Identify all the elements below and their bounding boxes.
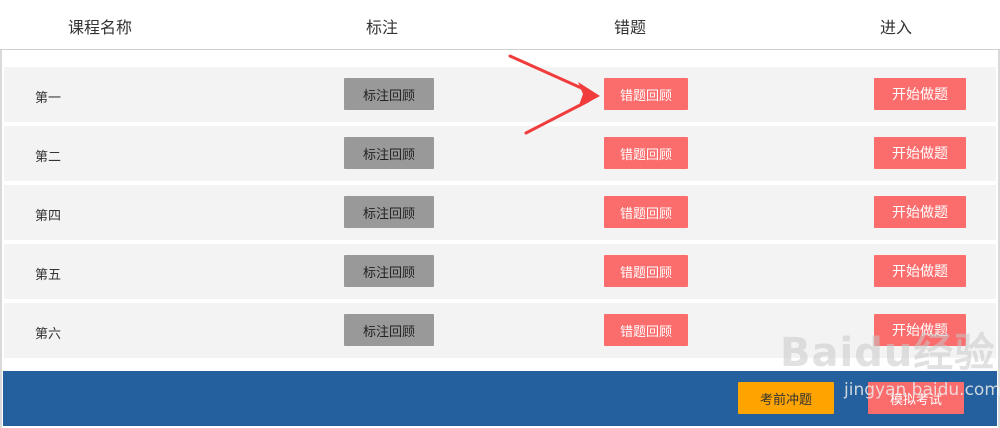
start-practice-button[interactable]: 开始做题 xyxy=(874,314,966,346)
footer-bar: 考前冲题 模拟考试 xyxy=(3,371,997,426)
table-row: 第六 标注回顾 错题回顾 开始做题 xyxy=(4,303,996,358)
header-course-name: 课程名称 xyxy=(68,18,133,37)
wrong-review-button[interactable]: 错题回顾 xyxy=(604,137,688,169)
wrong-review-button[interactable]: 错题回顾 xyxy=(604,78,688,110)
table-row: 第二 标注回顾 错题回顾 开始做题 xyxy=(4,126,996,181)
wrong-review-button[interactable]: 错题回顾 xyxy=(604,314,688,346)
table-header: 课程名称 标注 错题 进入 xyxy=(0,0,1000,50)
mark-review-button[interactable]: 标注回顾 xyxy=(344,78,434,110)
header-wrong: 错题 xyxy=(614,18,647,37)
wrong-review-button[interactable]: 错题回顾 xyxy=(604,196,688,228)
exam-sprint-button[interactable]: 考前冲题 xyxy=(738,382,834,414)
start-practice-button[interactable]: 开始做题 xyxy=(874,78,966,110)
row-course-name: 第五 xyxy=(35,268,62,283)
row-course-name: 第六 xyxy=(35,327,62,342)
start-practice-button[interactable]: 开始做题 xyxy=(874,137,966,169)
row-course-name: 第一 xyxy=(35,91,62,106)
row-course-name: 第四 xyxy=(35,209,62,224)
mark-review-button[interactable]: 标注回顾 xyxy=(344,314,434,346)
wrong-review-button[interactable]: 错题回顾 xyxy=(604,255,688,287)
mock-exam-button[interactable]: 模拟考试 xyxy=(868,382,964,414)
table-row: 第一 标注回顾 错题回顾 开始做题 xyxy=(4,67,996,122)
start-practice-button[interactable]: 开始做题 xyxy=(874,196,966,228)
start-practice-button[interactable]: 开始做题 xyxy=(874,255,966,287)
header-enter: 进入 xyxy=(880,18,913,37)
row-course-name: 第二 xyxy=(35,150,62,165)
mark-review-button[interactable]: 标注回顾 xyxy=(344,196,434,228)
header-mark: 标注 xyxy=(366,18,399,37)
mark-review-button[interactable]: 标注回顾 xyxy=(344,255,434,287)
mark-review-button[interactable]: 标注回顾 xyxy=(344,137,434,169)
table-row: 第四 标注回顾 错题回顾 开始做题 xyxy=(4,185,996,240)
table-row: 第五 标注回顾 错题回顾 开始做题 xyxy=(4,244,996,299)
